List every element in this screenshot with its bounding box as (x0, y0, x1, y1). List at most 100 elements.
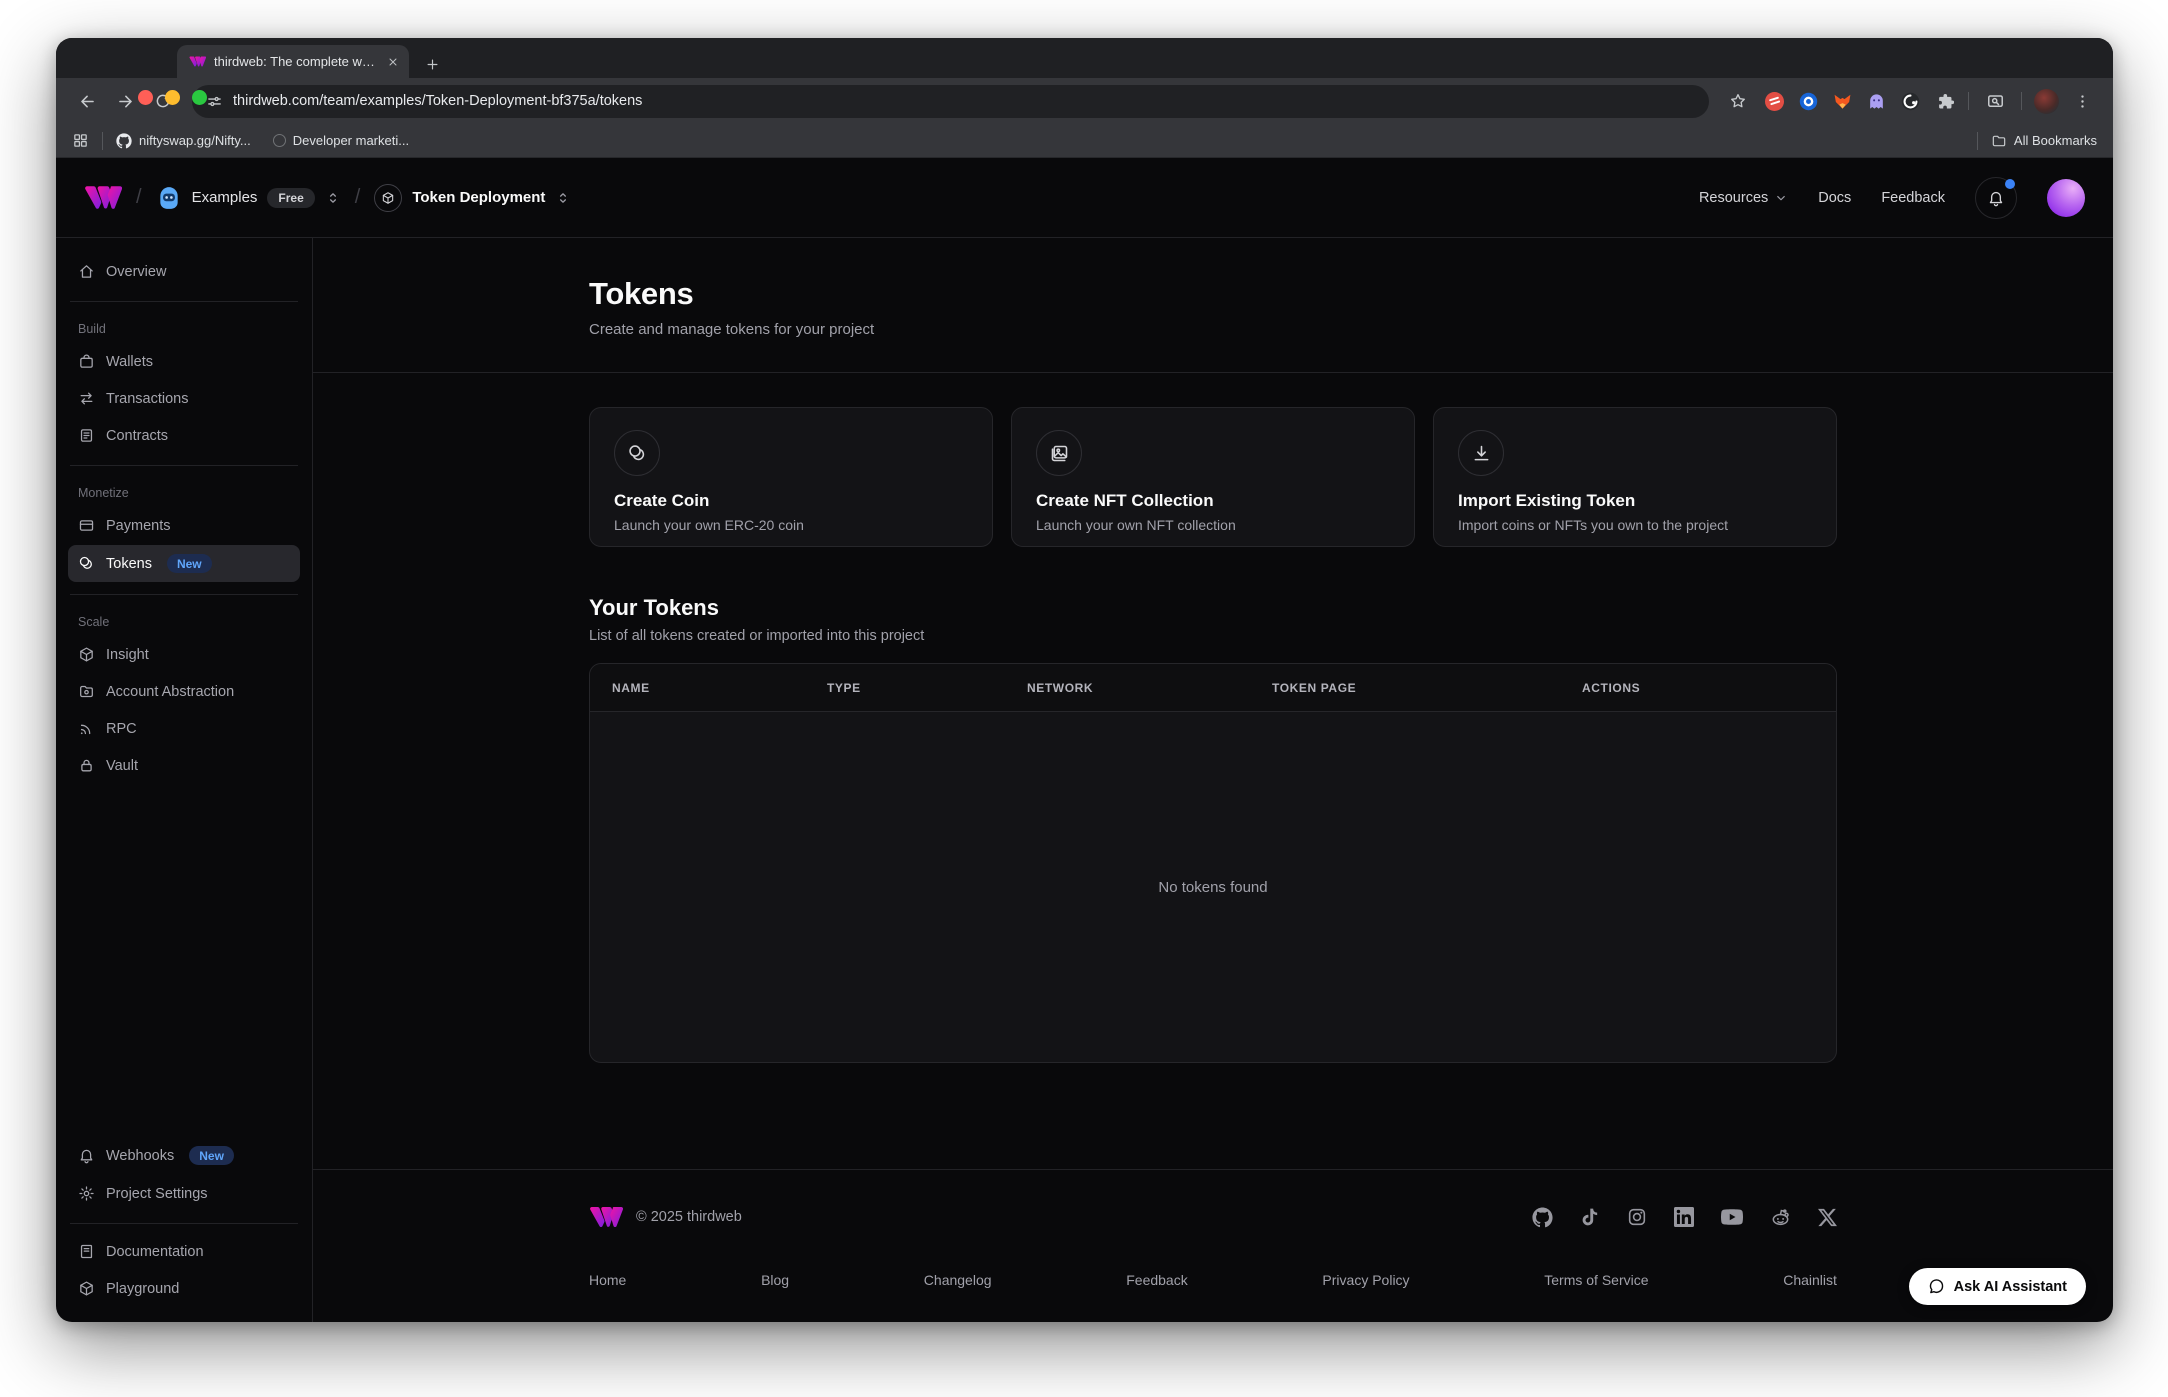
sidebar-item-contracts[interactable]: Contracts (68, 418, 300, 453)
url-text[interactable]: thirdweb.com/team/examples/Token-Deploym… (233, 93, 642, 109)
create-coin-card[interactable]: Create Coin Launch your own ERC-20 coin (589, 407, 993, 547)
extension-red-icon[interactable] (1759, 86, 1789, 116)
your-tokens-title: Your Tokens (589, 595, 1837, 621)
table-header-row: NAME TYPE NETWORK TOKEN PAGE ACTIONS (590, 664, 1836, 712)
chat-icon (1928, 1278, 1945, 1295)
chevrons-updown-icon[interactable] (325, 190, 341, 206)
window-controls[interactable] (138, 90, 207, 105)
chevron-down-icon (1774, 191, 1788, 205)
create-nft-collection-card[interactable]: Create NFT Collection Launch your own NF… (1011, 407, 1415, 547)
zoom-window-button[interactable] (192, 90, 207, 105)
card-description: Launch your own ERC-20 coin (614, 517, 968, 533)
url-bar[interactable]: thirdweb.com/team/examples/Token-Deploym… (192, 85, 1709, 118)
sidebar-item-transactions[interactable]: Transactions (68, 381, 300, 416)
sidebar-item-playground[interactable]: Playground (68, 1271, 300, 1306)
minimize-window-button[interactable] (165, 90, 180, 105)
tiktok-icon[interactable] (1580, 1207, 1600, 1227)
sidebar-item-insight[interactable]: Insight (68, 637, 300, 672)
app-header: / Examples Free / Token Deployment Resou… (56, 158, 2113, 238)
import-existing-token-card[interactable]: Import Existing Token Import coins or NF… (1433, 407, 1837, 547)
chevrons-updown-icon[interactable] (555, 190, 571, 206)
sidebar-item-documentation[interactable]: Documentation (68, 1234, 300, 1269)
footer-link-terms-of-service[interactable]: Terms of Service (1544, 1272, 1648, 1288)
footer-link-home[interactable]: Home (589, 1272, 626, 1288)
sidebar-item-tokens[interactable]: Tokens New (68, 545, 300, 582)
plan-badge: Free (267, 188, 314, 208)
browser-menu-icon[interactable] (2065, 84, 2099, 118)
sidebar-item-wallets[interactable]: Wallets (68, 344, 300, 379)
lock-icon (78, 757, 95, 774)
bookmark-label: niftyswap.gg/Nifty... (139, 133, 251, 148)
sidebar-item-label: Documentation (106, 1244, 204, 1260)
github-icon[interactable] (1532, 1207, 1553, 1228)
new-tab-button[interactable] (425, 57, 440, 72)
extensions-puzzle-icon[interactable] (1929, 86, 1959, 116)
tab-title: thirdweb: The complete web3 (214, 54, 379, 69)
browser-tab[interactable]: thirdweb: The complete web3 (177, 45, 409, 78)
extension-clock-icon[interactable] (1895, 86, 1925, 116)
x-icon[interactable] (1818, 1208, 1837, 1227)
sidebar-item-label: Account Abstraction (106, 684, 234, 700)
footer-link-privacy-policy[interactable]: Privacy Policy (1322, 1272, 1409, 1288)
reddit-icon[interactable] (1770, 1207, 1791, 1228)
project-name[interactable]: Token Deployment (412, 189, 545, 206)
desktop-background: thirdweb: The complete web3 thirdweb.com… (0, 0, 2168, 1397)
instagram-icon[interactable] (1627, 1207, 1647, 1227)
thirdweb-logo (589, 1207, 623, 1227)
resources-menu[interactable]: Resources (1699, 190, 1788, 206)
extension-fox-icon[interactable] (1827, 86, 1857, 116)
footer-link-chainlist[interactable]: Chainlist (1783, 1272, 1837, 1288)
sidebar-item-label: Contracts (106, 428, 168, 444)
sidebar-item-label: Webhooks (106, 1148, 174, 1164)
sidebar-item-project-settings[interactable]: Project Settings (68, 1176, 300, 1211)
extension-blue-icon[interactable] (1793, 86, 1823, 116)
sidebar-item-account-abstraction[interactable]: Account Abstraction (68, 674, 300, 709)
bookmark-developer-marketing[interactable]: Developer marketi... (273, 133, 409, 148)
tab-search-icon[interactable] (1978, 84, 2012, 118)
sidebar-item-vault[interactable]: Vault (68, 748, 300, 783)
sidebar-item-overview[interactable]: Overview (68, 254, 300, 289)
page-title: Tokens (589, 276, 1837, 312)
all-bookmarks-button[interactable]: All Bookmarks (1991, 133, 2097, 149)
team-name[interactable]: Examples (192, 189, 258, 206)
sidebar-item-webhooks[interactable]: Webhooks New (68, 1137, 300, 1174)
feedback-link[interactable]: Feedback (1881, 190, 1945, 206)
browser-toolbar: thirdweb.com/team/examples/Token-Deploym… (56, 78, 2113, 124)
footer-link-changelog[interactable]: Changelog (924, 1272, 992, 1288)
tab-close-icon[interactable] (387, 56, 399, 68)
extension-ghost-icon[interactable] (1861, 86, 1891, 116)
sidebar-item-label: Vault (106, 758, 138, 774)
linkedin-icon[interactable] (1674, 1207, 1694, 1227)
sidebar-item-payments[interactable]: Payments (68, 508, 300, 543)
site-settings-icon[interactable] (206, 93, 223, 110)
image-icon (1036, 430, 1082, 476)
contract-icon (78, 427, 95, 444)
bookmark-niftyswap[interactable]: niftyswap.gg/Nifty... (116, 133, 251, 149)
account-avatar[interactable] (2047, 179, 2085, 217)
youtube-icon[interactable] (1721, 1206, 1743, 1228)
bookmark-label: Developer marketi... (293, 133, 409, 148)
docs-link[interactable]: Docs (1818, 190, 1851, 206)
forward-icon[interactable] (108, 84, 142, 118)
close-window-button[interactable] (138, 90, 153, 105)
footer-link-blog[interactable]: Blog (761, 1272, 789, 1288)
profile-avatar[interactable] (2031, 86, 2061, 116)
sidebar-item-rpc[interactable]: RPC (68, 711, 300, 746)
ask-ai-assistant-button[interactable]: Ask AI Assistant (1909, 1268, 2086, 1305)
project-icon (374, 184, 402, 212)
thirdweb-logo[interactable] (84, 186, 122, 209)
action-cards: Create Coin Launch your own ERC-20 coin … (589, 407, 1837, 547)
page-subtitle: Create and manage tokens for your projec… (589, 321, 1837, 338)
credit-card-icon (78, 517, 95, 534)
card-title: Import Existing Token (1458, 491, 1812, 511)
apps-grid-icon[interactable] (72, 132, 89, 149)
team-selector[interactable]: Examples Free (156, 185, 341, 211)
column-header-network: NETWORK (1027, 681, 1272, 695)
project-selector[interactable]: Token Deployment (374, 184, 571, 212)
all-bookmarks-label: All Bookmarks (2014, 133, 2097, 148)
bookmark-star-icon[interactable] (1721, 84, 1755, 118)
footer-link-feedback[interactable]: Feedback (1126, 1272, 1187, 1288)
back-icon[interactable] (70, 84, 104, 118)
notifications-button[interactable] (1975, 177, 2017, 219)
breadcrumb-divider: / (136, 186, 142, 209)
